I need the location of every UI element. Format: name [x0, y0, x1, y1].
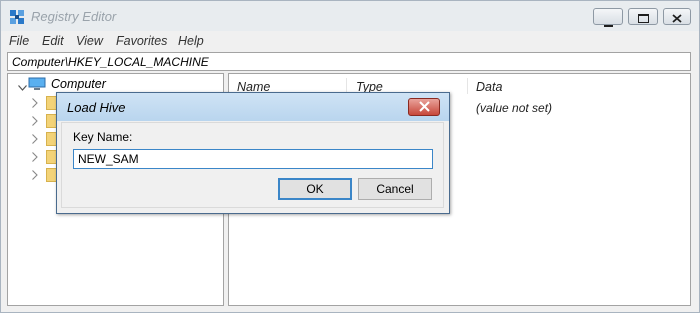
dialog-title: Load Hive	[67, 100, 126, 115]
cancel-button[interactable]: Cancel	[358, 178, 432, 200]
address-bar[interactable]: Computer\HKEY_LOCAL_MACHINE	[7, 52, 691, 71]
address-path: Computer\HKEY_LOCAL_MACHINE	[12, 55, 209, 69]
menu-bar: File Edit View Favorites Help	[1, 31, 699, 51]
close-icon	[672, 12, 682, 26]
chevron-right-icon[interactable]	[32, 97, 38, 111]
computer-icon	[28, 77, 46, 94]
close-button[interactable]	[663, 8, 691, 25]
ok-button[interactable]: OK	[278, 178, 352, 200]
key-name-label: Key Name:	[73, 130, 133, 144]
maximize-button[interactable]	[628, 8, 658, 25]
dialog-close-button[interactable]	[408, 98, 440, 116]
chevron-right-icon[interactable]	[32, 169, 38, 183]
close-icon	[419, 101, 430, 115]
menu-edit[interactable]: Edit	[42, 34, 64, 48]
maximize-icon	[638, 12, 649, 26]
column-header-data[interactable]: Data	[476, 80, 502, 94]
dialog-title-bar[interactable]: Load Hive	[57, 93, 449, 121]
default-value-data: (value not set)	[476, 101, 553, 115]
chevron-down-icon[interactable]	[18, 80, 27, 94]
title-bar: Registry Editor	[1, 1, 699, 31]
menu-help[interactable]: Help	[178, 34, 204, 48]
column-divider[interactable]	[467, 78, 468, 94]
menu-file[interactable]: File	[9, 34, 29, 48]
menu-favorites[interactable]: Favorites	[116, 34, 167, 48]
chevron-right-icon[interactable]	[32, 151, 38, 165]
load-hive-dialog: Load Hive Key Name: OK Cancel	[56, 92, 450, 214]
window-title: Registry Editor	[31, 9, 117, 24]
chevron-right-icon[interactable]	[32, 115, 38, 129]
minimize-icon	[604, 17, 613, 31]
key-name-input[interactable]	[73, 149, 433, 169]
registry-icon	[9, 9, 25, 25]
dialog-body: Key Name: OK Cancel	[61, 122, 444, 208]
tree-root-computer[interactable]: Computer	[51, 77, 106, 91]
minimize-button[interactable]	[593, 8, 623, 27]
menu-view[interactable]: View	[76, 34, 103, 48]
chevron-right-icon[interactable]	[32, 133, 38, 147]
